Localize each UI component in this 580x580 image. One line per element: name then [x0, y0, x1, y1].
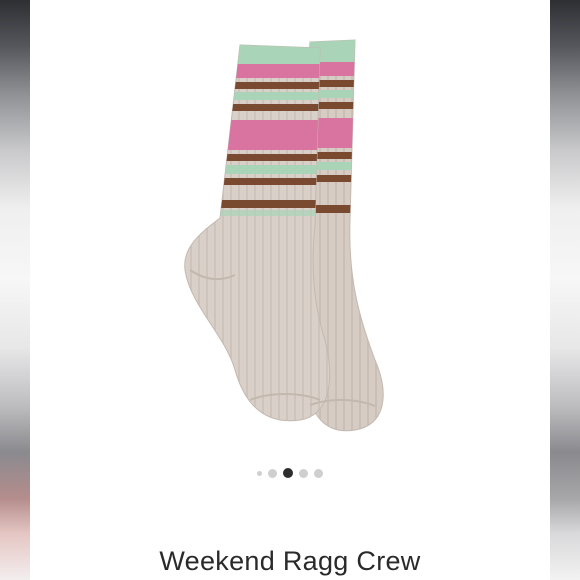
carousel-dot-active[interactable]	[283, 468, 293, 478]
product-title: Weekend Ragg Crew	[159, 546, 421, 576]
carousel-dot[interactable]	[299, 468, 308, 478]
striped-crew-socks-icon	[184, 39, 384, 432]
carousel-dot[interactable]	[268, 468, 277, 478]
product-image[interactable]	[150, 20, 430, 450]
front-sock	[184, 44, 331, 422]
carousel-dot[interactable]	[257, 470, 262, 476]
left-background-strip	[0, 0, 30, 580]
carousel-pagination	[0, 466, 580, 480]
right-background-strip	[550, 0, 580, 580]
carousel-dot[interactable]	[314, 468, 323, 478]
